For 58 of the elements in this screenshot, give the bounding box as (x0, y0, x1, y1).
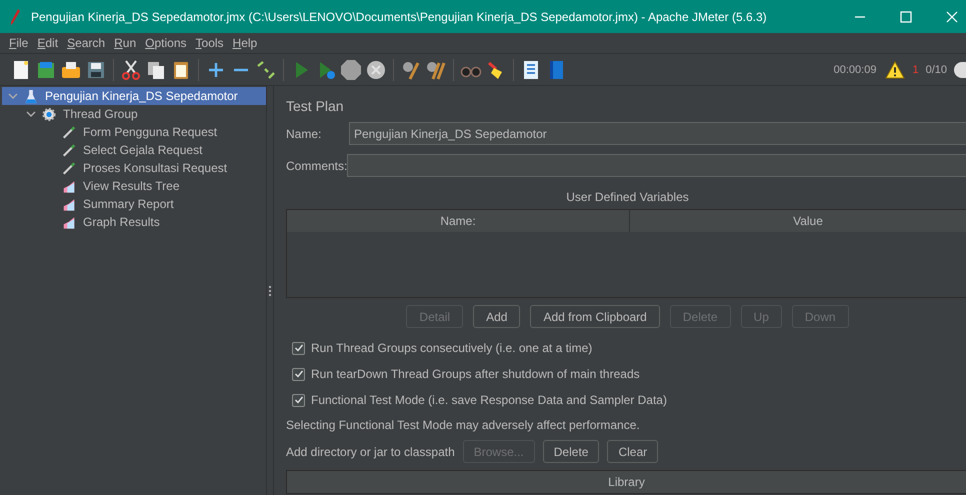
menu-item[interactable]: Edit (37, 36, 58, 50)
thread-count: 0/10 (926, 64, 947, 76)
name-field[interactable]: Pengujian Kinerja_DS Sepedamotor (349, 122, 966, 145)
status-icon (954, 62, 966, 78)
gear-icon (42, 106, 56, 122)
chart-icon (62, 214, 76, 230)
pipette-icon (62, 142, 76, 158)
window-title: Pengujian Kinerja_DS Sepedamotor.jmx (C:\Users\LENOVO\Documents\Pengujian Kinerja_DS Sepedamotor.jmx) - Apache JMeter (5.6.3) (31, 10, 767, 24)
checkbox[interactable] (292, 342, 305, 354)
field-label: Comments: (286, 158, 347, 172)
cut-icon[interactable] (120, 58, 142, 80)
menu-item[interactable]: Help (232, 36, 258, 50)
tree-item[interactable]: Pengujian Kinerja_DS Sepedamotor (2, 87, 266, 105)
section-title: User Defined Variables (565, 190, 690, 204)
toggle-icon[interactable] (255, 58, 277, 80)
tree-item[interactable]: Form Pengguna Request (2, 123, 266, 141)
menu-item[interactable]: Search (67, 36, 106, 50)
tree-item[interactable]: Summary Report (2, 195, 266, 213)
tree-item[interactable]: Graph Results (2, 213, 266, 231)
field-label: Name: (286, 126, 322, 140)
checkbox-label[interactable]: Run Thread Groups consecutively (i.e. one at a time) (311, 341, 592, 355)
classpath-button[interactable]: Clear (607, 440, 658, 463)
tree-item[interactable]: Proses Konsultasi Request (2, 159, 266, 177)
column-header[interactable]: Name: (287, 210, 630, 232)
pipette-icon (62, 124, 76, 140)
feather-icon (9, 8, 21, 26)
tree-item[interactable]: Thread Group (2, 105, 266, 123)
comments-field[interactable] (347, 154, 966, 177)
menu-item[interactable]: Run (114, 36, 136, 50)
action-button[interactable]: Add (473, 305, 520, 328)
flask-icon (24, 88, 38, 104)
splitter-handle[interactable] (266, 86, 274, 495)
menu-item[interactable]: Options (145, 36, 187, 50)
column-header[interactable]: Library (287, 471, 966, 493)
close-icon[interactable] (946, 10, 958, 22)
pipette-icon (62, 160, 76, 176)
panel-title: Test Plan (286, 98, 345, 114)
classpath-label: Add directory or jar to classpath (286, 444, 455, 458)
maximize-icon[interactable] (900, 10, 912, 22)
classpath-button[interactable]: Delete (542, 440, 600, 463)
column-header[interactable]: Value (630, 210, 966, 232)
warning-icon[interactable] (885, 60, 906, 78)
chart-icon (62, 178, 76, 194)
checkbox-label[interactable]: Functional Test Mode (i.e. save Response Data and Sampler Data) (311, 393, 667, 407)
checkbox-label[interactable]: Run tearDown Thread Groups after shutdown of main threads (311, 367, 640, 381)
tree-item[interactable]: Select Gejala Request (2, 141, 266, 159)
checkbox[interactable] (292, 368, 305, 380)
warning-text: Selecting Functional Test Mode may adversely affect performance. (286, 418, 641, 432)
checkbox[interactable] (292, 394, 305, 406)
stop-icon[interactable] (340, 58, 362, 80)
menu-item[interactable]: File (9, 36, 28, 50)
action-button[interactable]: Add from Clipboard (530, 305, 660, 328)
error-count: 1 (912, 64, 919, 76)
elapsed-time: 00:00:09 (834, 64, 876, 76)
shutdown-icon[interactable] (365, 58, 387, 80)
tree-item[interactable]: View Results Tree (2, 177, 266, 195)
chart-icon (62, 196, 76, 212)
menu-item[interactable]: Tools (196, 36, 224, 50)
